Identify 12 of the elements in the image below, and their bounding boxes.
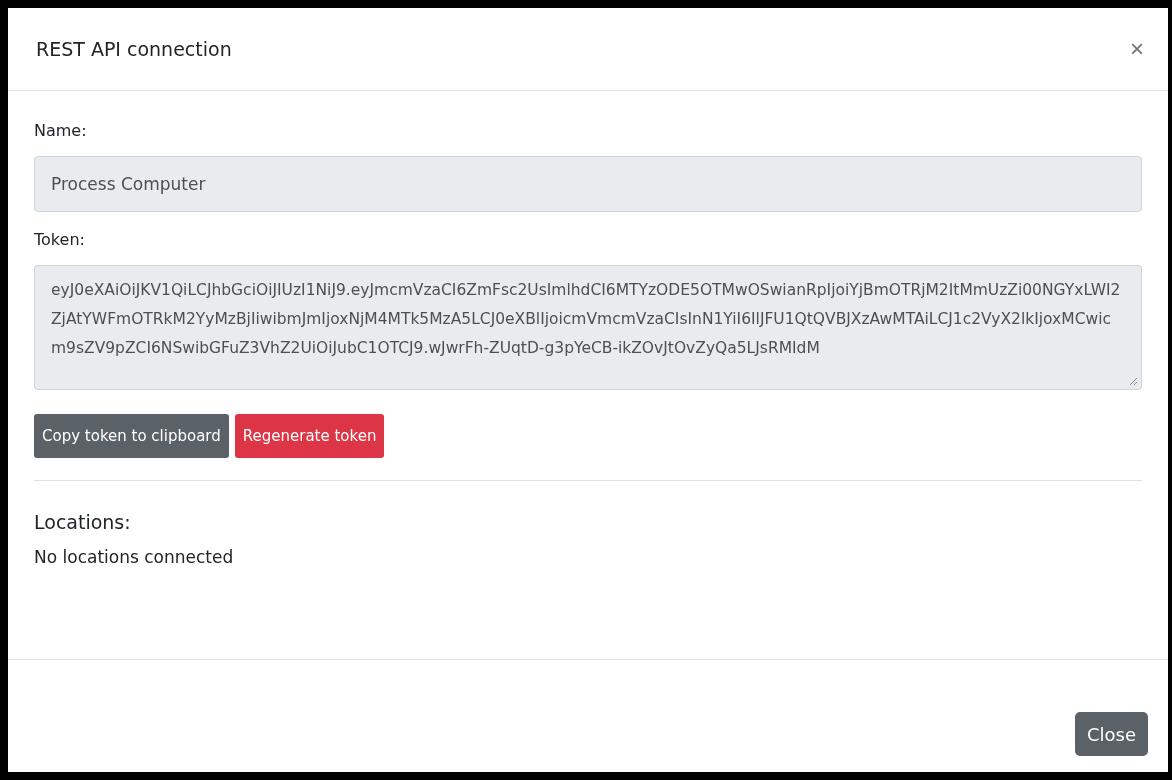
field-label: Name:	[34, 121, 88, 140]
token-button[interactable]: Regenerate token	[234, 414, 385, 458]
resize-grip-icon[interactable]	[1129, 377, 1138, 386]
close-button[interactable]: ×	[1130, 35, 1144, 63]
close-button[interactable]: Close	[1074, 712, 1148, 756]
token-button[interactable]: Copy token to clipboard	[34, 414, 229, 458]
section-heading: Locations:	[34, 511, 132, 533]
name-field[interactable]: Process Computer	[34, 156, 1142, 212]
token-field[interactable]: eyJ0eXAiOiJKV1QiLCJhbGciOiJIUzI1NiJ9.eyJmcmVzaCI6ZmFsc2UsImlhdCI6MTYzODE5OTMwOSwianRpIjoiYjBmOTRjM2ItMmUzZi00NGYxLWI2ZjAtYWFmOTRkM2YyMzBjIiwibmJmIjoxNjM4MTk5MzA5LCJ0eXBlIjoicmVmcmVzaCIsInN1YiI6IlJFU1QtQVBJXzAwMTAiLCJ1c2VyX2lkIjoxMCwicm9sZV9pZCI6NSwibGFuZ3VhZ2UiOiJubC1OTCJ9.wJwrFh-ZUqtD-g3pYeCB-ikZOvJtOvZyQa5LJsRMIdM	[34, 265, 1142, 390]
empty-message: No locations connected	[34, 547, 235, 567]
dialog-title: REST API connection	[36, 38, 232, 60]
field-label: Token:	[34, 230, 86, 249]
